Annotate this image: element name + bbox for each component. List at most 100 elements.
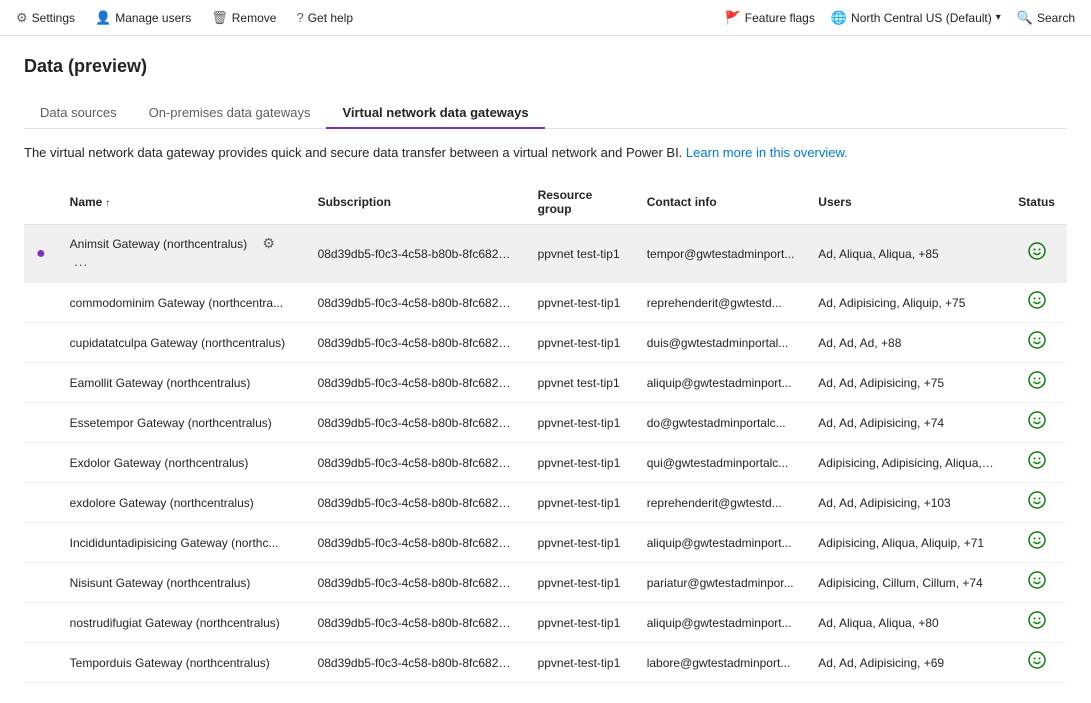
row-users-cell: Ad, Adipisicing, Aliquip, +75 bbox=[806, 283, 1006, 323]
table-row[interactable]: Nisisunt Gateway (northcentralus)08d39db… bbox=[24, 563, 1067, 603]
row-resource-group-cell: ppvnet-test-tip1 bbox=[526, 283, 635, 323]
settings-row-button[interactable]: ⚙ bbox=[258, 233, 279, 254]
row-contact-cell: do@gwtestadminportalc... bbox=[635, 403, 807, 443]
table-row[interactable]: cupidatatculpa Gateway (northcentralus)0… bbox=[24, 323, 1067, 363]
row-select-cell bbox=[24, 363, 58, 403]
settings-label: Settings bbox=[32, 11, 75, 25]
row-select-cell bbox=[24, 403, 58, 443]
status-badge bbox=[1028, 247, 1046, 264]
gateways-table: Name Subscription Resource group Contact… bbox=[24, 180, 1067, 683]
row-name-cell: nostrudifugiat Gateway (northcentralus) bbox=[58, 603, 306, 643]
row-status-cell bbox=[1006, 403, 1067, 443]
learn-more-link[interactable]: Learn more in this overview. bbox=[686, 145, 848, 160]
row-users-cell: Adipisicing, Aliqua, Aliquip, +71 bbox=[806, 523, 1006, 563]
row-status-cell bbox=[1006, 603, 1067, 643]
row-name-cell: Essetempor Gateway (northcentralus) bbox=[58, 403, 306, 443]
row-resource-group-cell: ppvnet-test-tip1 bbox=[526, 483, 635, 523]
col-subscription: Subscription bbox=[306, 180, 526, 225]
row-subscription-cell: 08d39db5-f0c3-4c58-b80b-8fc682cf67c1 bbox=[306, 283, 526, 323]
manage-users-nav[interactable]: 👤 Manage users bbox=[95, 10, 191, 26]
status-badge bbox=[1028, 376, 1046, 393]
col-select bbox=[24, 180, 58, 225]
gateway-name: Essetempor Gateway (northcentralus) bbox=[70, 416, 272, 430]
feature-flags-nav[interactable]: 🚩 Feature flags bbox=[725, 10, 815, 26]
tab-on-premises[interactable]: On-premises data gateways bbox=[133, 97, 327, 128]
chevron-down-icon: ▾ bbox=[996, 12, 1001, 23]
table-header-row: Name Subscription Resource group Contact… bbox=[24, 180, 1067, 225]
row-select-cell bbox=[24, 323, 58, 363]
top-nav-left: ⚙ Settings 👤 Manage users 🗑 Remove ? Get… bbox=[16, 10, 353, 26]
row-name-cell: exdolore Gateway (northcentralus) bbox=[58, 483, 306, 523]
table-row[interactable]: commodominim Gateway (northcentra...08d3… bbox=[24, 283, 1067, 323]
row-resource-group-cell: ppvnet-test-tip1 bbox=[526, 443, 635, 483]
row-users-cell: Ad, Ad, Adipisicing, +74 bbox=[806, 403, 1006, 443]
row-subscription-cell: 08d39db5-f0c3-4c58-b80b-8fc682cf67c1 bbox=[306, 443, 526, 483]
manage-users-label: Manage users bbox=[115, 11, 191, 25]
status-badge bbox=[1028, 536, 1046, 553]
row-select-cell bbox=[24, 563, 58, 603]
row-users-cell: Ad, Ad, Adipisicing, +75 bbox=[806, 363, 1006, 403]
row-subscription-cell: 08d39db5-f0c3-4c58-b80b-8fc682cf67c1 bbox=[306, 563, 526, 603]
row-users-cell: Ad, Aliqua, Aliqua, +85 bbox=[806, 225, 1006, 283]
settings-icon: ⚙ bbox=[16, 10, 28, 26]
row-select-cell bbox=[24, 643, 58, 683]
top-nav-right: 🚩 Feature flags 🌐 North Central US (Defa… bbox=[725, 10, 1075, 26]
status-badge bbox=[1028, 336, 1046, 353]
row-contact-cell: labore@gwtestadminport... bbox=[635, 643, 807, 683]
settings-nav[interactable]: ⚙ Settings bbox=[16, 10, 75, 26]
row-name-cell: commodominim Gateway (northcentra... bbox=[58, 283, 306, 323]
gateway-name: exdolore Gateway (northcentralus) bbox=[70, 496, 254, 510]
row-status-cell bbox=[1006, 643, 1067, 683]
row-contact-cell: qui@gwtestadminportalc... bbox=[635, 443, 807, 483]
row-resource-group-cell: ppvnet-test-tip1 bbox=[526, 603, 635, 643]
row-subscription-cell: 08d39db5-f0c3-4c58-b80b-8fc682cf67c1 bbox=[306, 483, 526, 523]
get-help-label: Get help bbox=[308, 11, 353, 25]
row-status-cell bbox=[1006, 483, 1067, 523]
row-subscription-cell: 08d39db5-f0c3-4c58-b80b-8fc682cf67c1 bbox=[306, 363, 526, 403]
table-row[interactable]: Eamollit Gateway (northcentralus)08d39db… bbox=[24, 363, 1067, 403]
col-status: Status bbox=[1006, 180, 1067, 225]
row-users-cell: Adipisicing, Adipisicing, Aliqua, +84 bbox=[806, 443, 1006, 483]
row-resource-group-cell: ppvnet-test-tip1 bbox=[526, 563, 635, 603]
feature-flags-label: Feature flags bbox=[745, 11, 815, 25]
table-row[interactable]: Exdolor Gateway (northcentralus) 08d39db5… bbox=[24, 443, 1067, 483]
gateway-name: cupidatatculpa Gateway (northcentralus) bbox=[70, 336, 285, 350]
col-resource-group: Resource group bbox=[526, 180, 635, 225]
remove-nav[interactable]: 🗑 Remove bbox=[211, 10, 276, 26]
row-name-cell: Incididuntadipisicing Gateway (northc... bbox=[58, 523, 306, 563]
tab-vnet[interactable]: Virtual network data gateways bbox=[326, 97, 544, 128]
table-row[interactable]: ●Animsit Gateway (northcentralus) ⚙ ··· … bbox=[24, 225, 1067, 283]
page-title: Data (preview) bbox=[24, 56, 1067, 77]
row-resource-group-cell: ppvnet-test-tip1 bbox=[526, 323, 635, 363]
status-badge bbox=[1028, 496, 1046, 513]
table-row[interactable]: exdolore Gateway (northcentralus) 08d39db… bbox=[24, 483, 1067, 523]
row-subscription-cell: 08d39db5-f0c3-4c58-b80b-8fc682cf67c1 bbox=[306, 225, 526, 283]
row-name-cell: Nisisunt Gateway (northcentralus) bbox=[58, 563, 306, 603]
get-help-nav[interactable]: ? Get help bbox=[296, 10, 353, 25]
row-resource-group-cell: ppvnet test-tip1 bbox=[526, 225, 635, 283]
row-contact-cell: reprehenderit@gwtestd... bbox=[635, 283, 807, 323]
row-name-cell: Eamollit Gateway (northcentralus) bbox=[58, 363, 306, 403]
table-row[interactable]: Temporduis Gateway (northcentralus)08d39… bbox=[24, 643, 1067, 683]
row-contact-cell: tempor@gwtestadminport... bbox=[635, 225, 807, 283]
globe-icon: 🌐 bbox=[831, 10, 847, 26]
col-name[interactable]: Name bbox=[58, 180, 306, 225]
row-resource-group-cell: ppvnet test-tip1 bbox=[526, 363, 635, 403]
region-nav[interactable]: 🌐 North Central US (Default) ▾ bbox=[831, 10, 1001, 26]
row-users-cell: Adipisicing, Cillum, Cillum, +74 bbox=[806, 563, 1006, 603]
row-users-cell: Ad, Aliqua, Aliqua, +80 bbox=[806, 603, 1006, 643]
row-users-cell: Ad, Ad, Ad, +88 bbox=[806, 323, 1006, 363]
remove-label: Remove bbox=[232, 11, 277, 25]
col-contact-info: Contact info bbox=[635, 180, 807, 225]
search-nav[interactable]: 🔍 Search bbox=[1017, 10, 1075, 26]
row-contact-cell: duis@gwtestadminportal... bbox=[635, 323, 807, 363]
row-name-cell: Animsit Gateway (northcentralus) ⚙ ··· bbox=[58, 225, 306, 283]
table-row[interactable]: Incididuntadipisicing Gateway (northc...… bbox=[24, 523, 1067, 563]
tab-data-sources[interactable]: Data sources bbox=[24, 97, 133, 128]
more-options-button[interactable]: ··· bbox=[70, 254, 92, 274]
table-row[interactable]: nostrudifugiat Gateway (northcentralus)0… bbox=[24, 603, 1067, 643]
table-row[interactable]: Essetempor Gateway (northcentralus)08d39… bbox=[24, 403, 1067, 443]
gateway-name: nostrudifugiat Gateway (northcentralus) bbox=[70, 616, 280, 630]
gateway-name: Exdolor Gateway (northcentralus) bbox=[70, 456, 249, 470]
page-content: Data (preview) Data sources On-premises … bbox=[0, 36, 1091, 703]
